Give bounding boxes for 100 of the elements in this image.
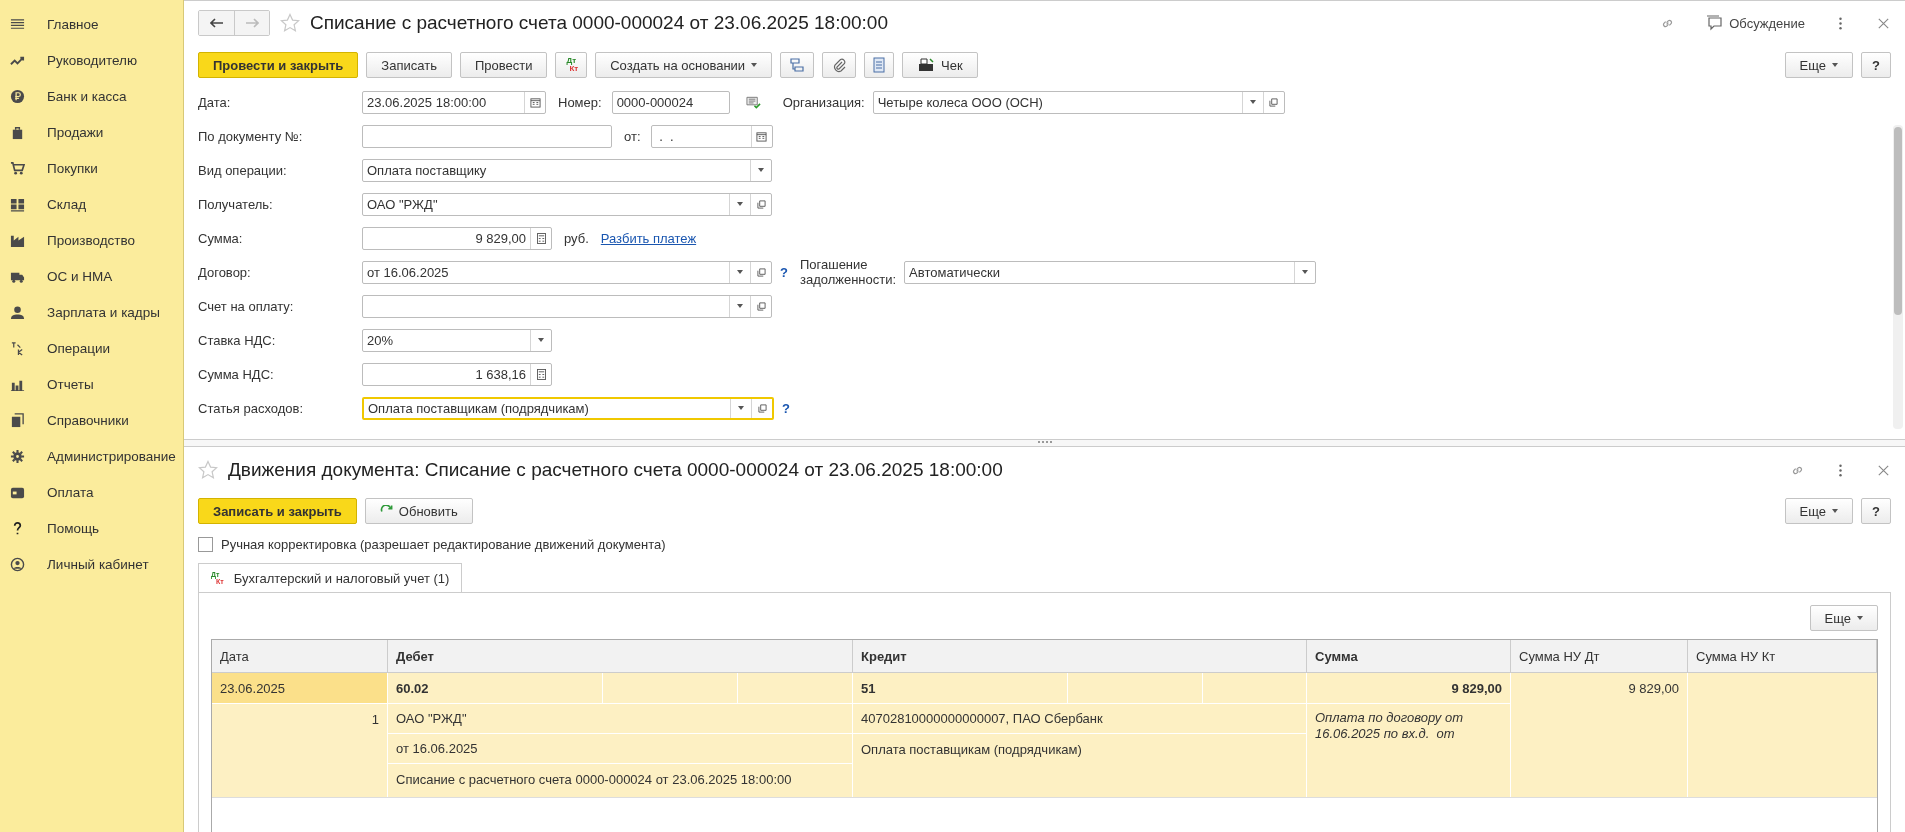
section-icon [10,196,25,212]
dropdown-arrow-icon [1302,270,1309,274]
table-cell: 40702810000000000007, ПАО Сбербанк [853,704,1306,734]
dropdown-arrow-icon [1832,63,1839,67]
help-hint[interactable]: ? [782,400,790,416]
document-date-field[interactable]: . . [650,124,773,148]
save-button[interactable]: Записать [366,52,452,78]
attach-button[interactable] [822,52,857,78]
discussion-button[interactable]: Обсуждение [1705,15,1805,31]
document-number-field[interactable] [362,124,612,148]
organization-field[interactable]: Четыре колеса ООО (ОСН) [872,90,1285,114]
invoice-field[interactable] [362,294,772,318]
more-button[interactable]: Еще [1784,52,1854,78]
field-label: Получатель: [198,196,274,212]
field-label: Сумма НДС: [198,366,275,382]
amount-field[interactable]: 9 829,00 [362,226,552,250]
section-icon [10,16,25,32]
column-header[interactable]: Сумма [1307,640,1511,672]
help-button[interactable]: ? [1861,498,1891,524]
debt-repayment-field[interactable]: Автоматически [904,260,1317,284]
number-field[interactable]: 0000-000024 [611,90,730,114]
scrollbar[interactable] [1893,125,1903,429]
back-arrow-icon [209,18,224,28]
operation-type-field[interactable]: Оплата поставщику [362,158,772,182]
open-icon [756,267,766,277]
receipt-button[interactable]: Чек [902,52,978,78]
postings-button[interactable]: Дт Кт [555,52,588,78]
table-cell-text: Оплата поставщикам (подрядчикам) [860,740,1083,759]
contract-field[interactable]: от 16.06.2025 [362,260,772,284]
field-label: Вид операции: [198,162,288,178]
more-button[interactable]: Еще [1809,605,1878,631]
open-icon [1269,97,1279,107]
column-header[interactable]: Дата [212,640,388,672]
vat-rate-field[interactable]: 20% [362,328,552,352]
column-header[interactable]: Кредит [853,640,1307,672]
help-button[interactable]: ? [1861,52,1891,78]
checkbox-label: Ручная корректировка (разрешает редактирование движений документа) [221,536,666,552]
more-button[interactable]: Еще [1784,498,1854,524]
chat-icon [1705,15,1724,31]
field-label: Номер: [558,94,602,110]
sidebar-item[interactable]: ОС и НМА [0,258,183,294]
sidebar-item[interactable]: Администрирование [0,438,183,474]
sidebar-item[interactable]: Продажи [0,114,183,150]
refresh-button[interactable]: Обновить [364,498,473,524]
section-icon [10,448,25,464]
sidebar-item[interactable]: Справочники [0,402,183,438]
table-cell-text: Оплата по договору от 16.06.2025 по вх.д. от [1314,709,1464,742]
sidebar-item[interactable]: Покупки [0,150,183,186]
column-header[interactable]: Сумма НУ Дт [1511,640,1688,672]
date-field[interactable]: 23.06.2025 18:00:00 [362,90,546,114]
forward-arrow-icon [245,18,259,28]
list-button[interactable] [864,52,895,78]
checkbox[interactable] [198,536,213,552]
back-button[interactable] [199,11,234,35]
splitter[interactable] [184,439,1905,447]
cash-register-icon [917,58,936,72]
sidebar-item[interactable]: Зарплата и кадры [0,294,183,330]
sidebar-item[interactable]: Главное [0,6,183,42]
field-label: Погашение [799,257,869,272]
section-icon [10,160,25,176]
field-label: от: [624,128,641,144]
section-icon [10,412,25,428]
dropdown-arrow-icon [738,406,744,410]
sidebar-item[interactable]: Банк и касса [0,78,183,114]
sidebar-item[interactable]: Операции [0,330,183,366]
star-icon[interactable] [198,460,218,480]
column-header[interactable]: Сумма НУ Кт [1688,640,1877,672]
sidebar-item[interactable]: Личный кабинет [0,546,183,582]
structure-button[interactable] [780,52,815,78]
recipient-field[interactable]: ОАО "РЖД" [362,192,772,216]
sidebar-item[interactable]: Помощь [0,510,183,546]
section-icon [10,124,25,140]
field-label: Статья расходов: [198,400,305,416]
sidebar-item[interactable]: Производство [0,222,183,258]
post-and-close-button[interactable]: Провести и закрыть [198,52,359,78]
dropdown-arrow-icon [1857,616,1863,620]
field-label: задолженности: [799,272,897,287]
expense-item-field[interactable]: Оплата поставщикам (подрядчикам) [362,396,774,420]
vat-amount-field[interactable]: 1 638,16 [362,362,552,386]
document-check-icon[interactable] [745,95,761,109]
open-icon [756,199,766,209]
open-icon [756,301,766,311]
table-cell: 60.02 [388,673,603,703]
sidebar-item[interactable]: Склад [0,186,183,222]
field-label: Ставка НДС: [198,332,277,348]
column-header[interactable]: Дебет [388,640,853,672]
paperclip-icon [831,57,848,73]
table-cell[interactable]: 23.06.2025 [212,673,387,704]
split-payment-link[interactable]: Разбить платеж [600,230,697,246]
create-based-on-button[interactable]: Создать на основании [595,52,773,78]
sidebar-item[interactable]: Руководителю [0,42,183,78]
window-title: Движения документа: Списание с расчетного счета 0000-000024 от 23.06.2025 18:00:00 [228,459,1003,481]
sidebar-item[interactable]: Отчеты [0,366,183,402]
sidebar-item[interactable]: Оплата [0,474,183,510]
save-and-close-button[interactable]: Записать и закрыть [198,498,357,524]
dropdown-arrow-icon [737,270,743,274]
post-button[interactable]: Провести [459,52,548,78]
star-icon[interactable] [280,13,300,33]
table-cell: ОАО "РЖД" [388,704,852,734]
help-hint[interactable]: ? [780,264,788,280]
